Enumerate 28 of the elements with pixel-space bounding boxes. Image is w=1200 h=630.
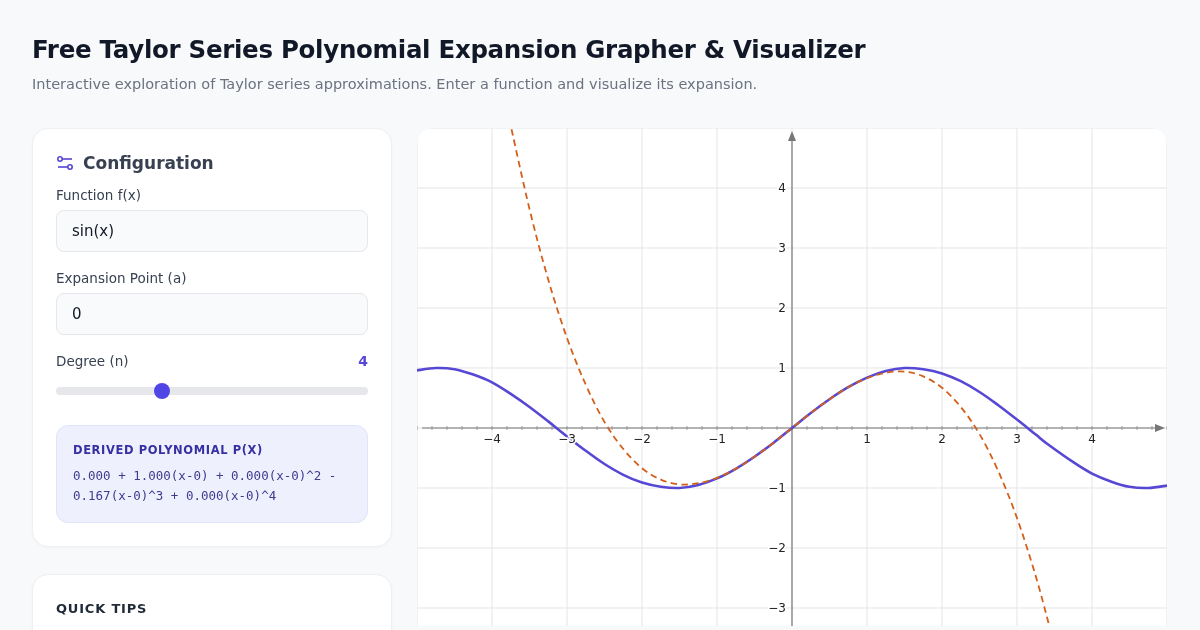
- slider-value: 4: [358, 353, 368, 369]
- tick-label: −2: [768, 541, 786, 555]
- text-input-field[interactable]: sin(x): [56, 210, 368, 252]
- tick-label: 1: [863, 432, 871, 446]
- field-label: Expansion Point (a): [56, 270, 188, 286]
- page-subtitle: Interactive exploration of Taylor series approximations. Enter a function and visualize its expansion.: [32, 76, 759, 92]
- tick-label: 2: [778, 301, 786, 315]
- tick-label: 4: [778, 181, 786, 195]
- tick-label: 4: [1088, 432, 1096, 446]
- panel-title: DERIVED POLYNOMIAL P(X): [73, 443, 264, 457]
- tick-label: −3: [768, 601, 786, 615]
- field-label: Degree (n): [56, 353, 129, 369]
- field-label: Function f(x): [56, 187, 142, 203]
- tips-title: QUICK TIPS: [56, 601, 149, 616]
- page-title: Free Taylor Series Polynomial Expansion Grapher & Visualizer: [32, 34, 867, 66]
- tick-label: −1: [708, 432, 726, 446]
- tick-label: 3: [778, 241, 786, 255]
- tick-label: −2: [633, 432, 651, 446]
- tick-label: −1: [768, 481, 786, 495]
- tick-label: −4: [483, 432, 501, 446]
- tick-label: 3: [1013, 432, 1021, 446]
- slider-thumb[interactable]: [154, 383, 171, 399]
- card-title: Configuration: [83, 153, 214, 173]
- tick-label: 1: [778, 361, 786, 375]
- polynomial-formula: 0.000 + 1.000(x-0) + 0.000(x-0)^2 - 0.167(x-0)^3 + 0.000(x-0)^4: [73, 467, 338, 505]
- sliders-icon: [56, 154, 74, 172]
- tick-label: 2: [938, 432, 946, 446]
- text-input-field[interactable]: 0: [56, 293, 368, 335]
